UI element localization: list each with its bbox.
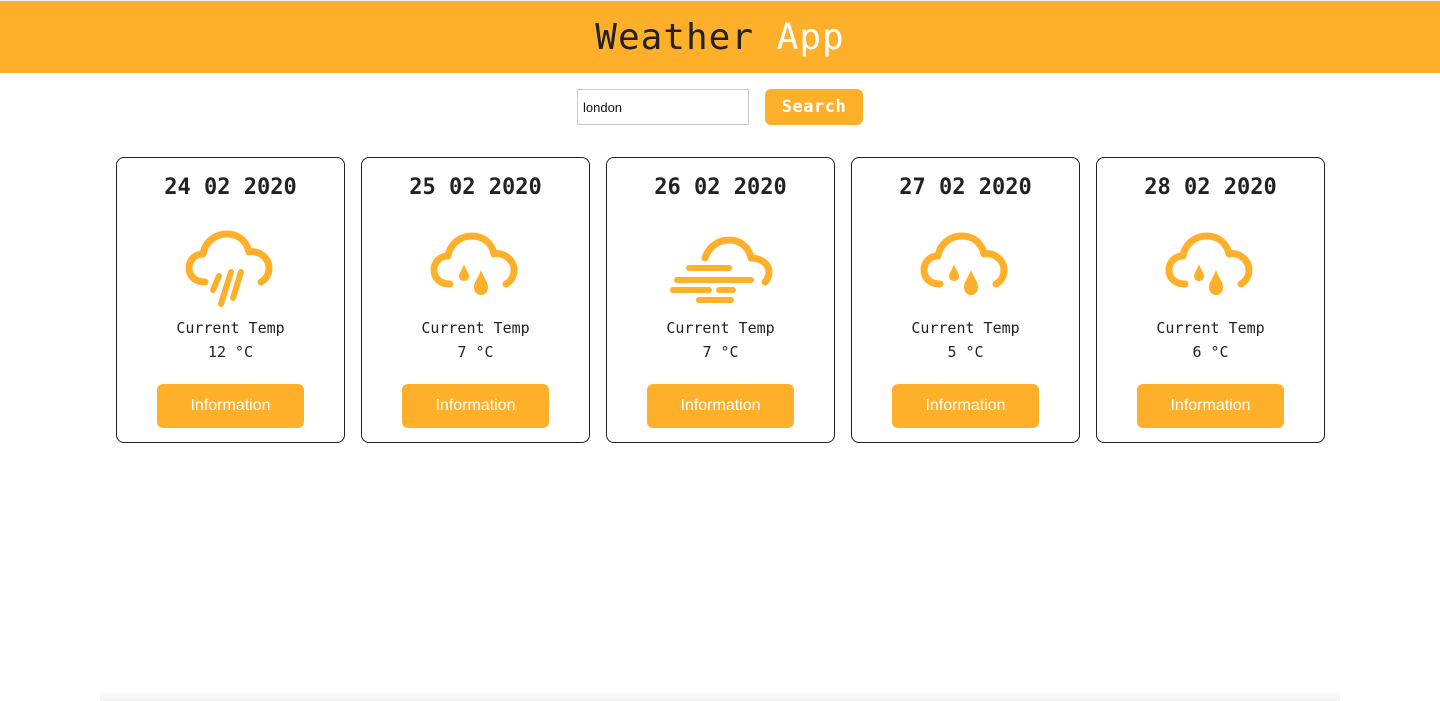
card-temp: 12 °C xyxy=(207,343,254,361)
search-button[interactable]: Search xyxy=(765,89,863,125)
title-accent: App xyxy=(776,16,845,58)
search-input[interactable] xyxy=(577,89,749,125)
card-temp: 5 °C xyxy=(947,343,984,361)
app-header: Weather App xyxy=(0,0,1440,73)
search-bar: Search xyxy=(0,89,1440,125)
card-label: Current Temp xyxy=(176,319,285,337)
drizzle-icon xyxy=(1156,224,1266,314)
card-label: Current Temp xyxy=(1156,319,1265,337)
forecast-cards: 24 02 2020 Current Temp 12 °C Informatio… xyxy=(116,157,1325,443)
card-date: 27 02 2020 xyxy=(899,175,1032,200)
title-main: Weather xyxy=(595,16,754,58)
card-temp: 7 °C xyxy=(702,343,739,361)
card-date: 24 02 2020 xyxy=(164,175,297,200)
rain-icon xyxy=(176,224,286,314)
footer-shadow xyxy=(100,690,1340,701)
page-title: Weather App xyxy=(595,17,844,58)
information-button[interactable]: Information xyxy=(157,384,304,428)
card-temp: 6 °C xyxy=(1192,343,1229,361)
card-date: 28 02 2020 xyxy=(1144,175,1277,200)
forecast-card: 27 02 2020 Current Temp 5 °C Information xyxy=(851,157,1080,443)
forecast-card: 28 02 2020 Current Temp 6 °C Information xyxy=(1096,157,1325,443)
card-label: Current Temp xyxy=(421,319,530,337)
card-date: 26 02 2020 xyxy=(654,175,787,200)
information-button[interactable]: Information xyxy=(402,384,549,428)
forecast-card: 24 02 2020 Current Temp 12 °C Informatio… xyxy=(116,157,345,443)
drizzle-icon xyxy=(911,224,1021,314)
card-label: Current Temp xyxy=(911,319,1020,337)
forecast-card: 26 02 2020 Current Temp 7 °C Information xyxy=(606,157,835,443)
wind-cloud-icon xyxy=(666,224,776,314)
information-button[interactable]: Information xyxy=(892,384,1039,428)
information-button[interactable]: Information xyxy=(647,384,794,428)
card-date: 25 02 2020 xyxy=(409,175,542,200)
card-label: Current Temp xyxy=(666,319,775,337)
card-temp: 7 °C xyxy=(457,343,494,361)
information-button[interactable]: Information xyxy=(1137,384,1284,428)
forecast-card: 25 02 2020 Current Temp 7 °C Information xyxy=(361,157,590,443)
drizzle-icon xyxy=(421,224,531,314)
